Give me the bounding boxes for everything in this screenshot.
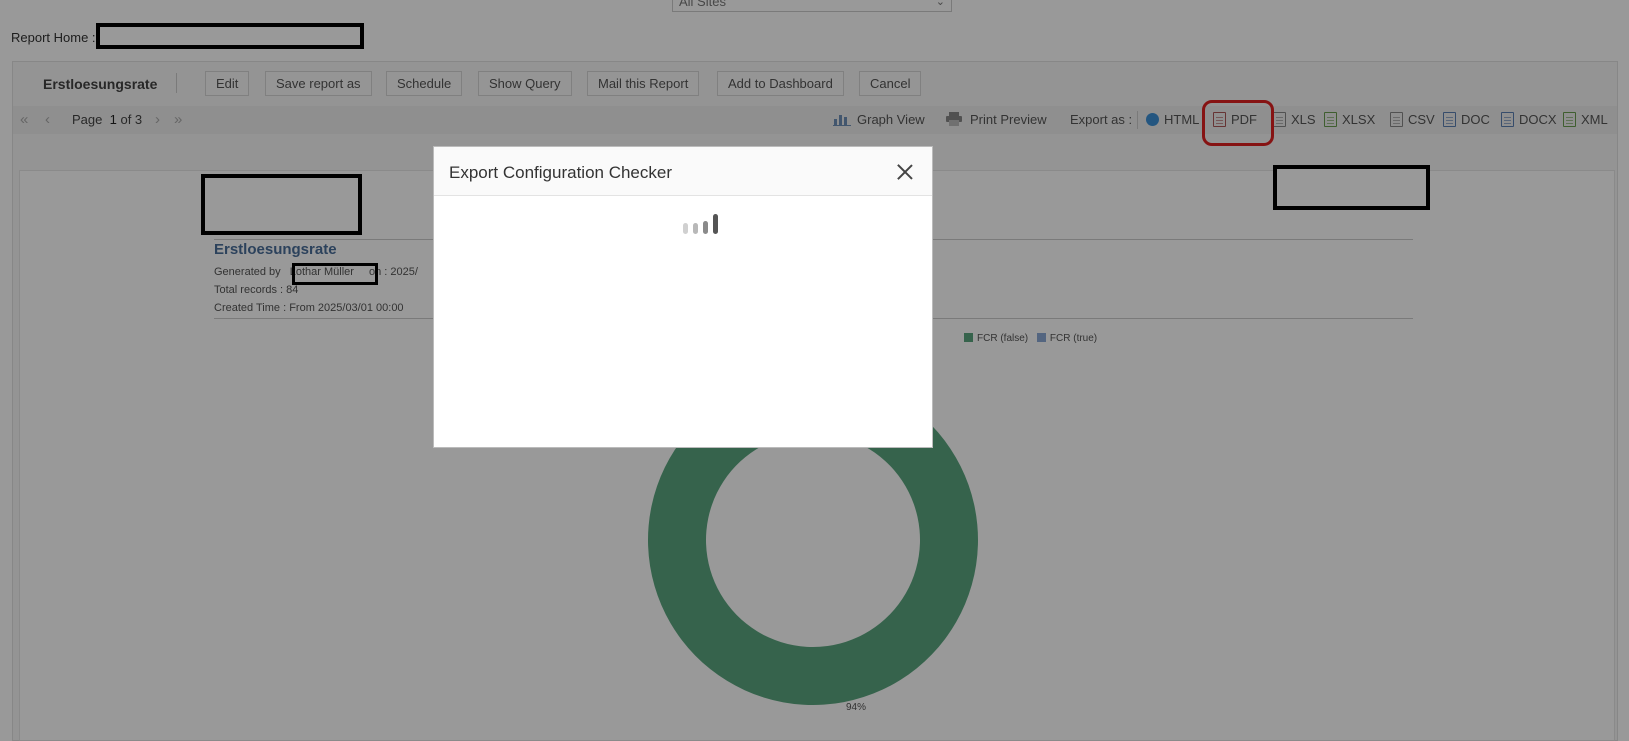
export-config-dialog: Export Configuration Checker — [433, 146, 933, 448]
dialog-title: Export Configuration Checker — [449, 163, 673, 182]
close-icon[interactable] — [896, 163, 914, 181]
loading-spinner-icon — [683, 212, 723, 234]
